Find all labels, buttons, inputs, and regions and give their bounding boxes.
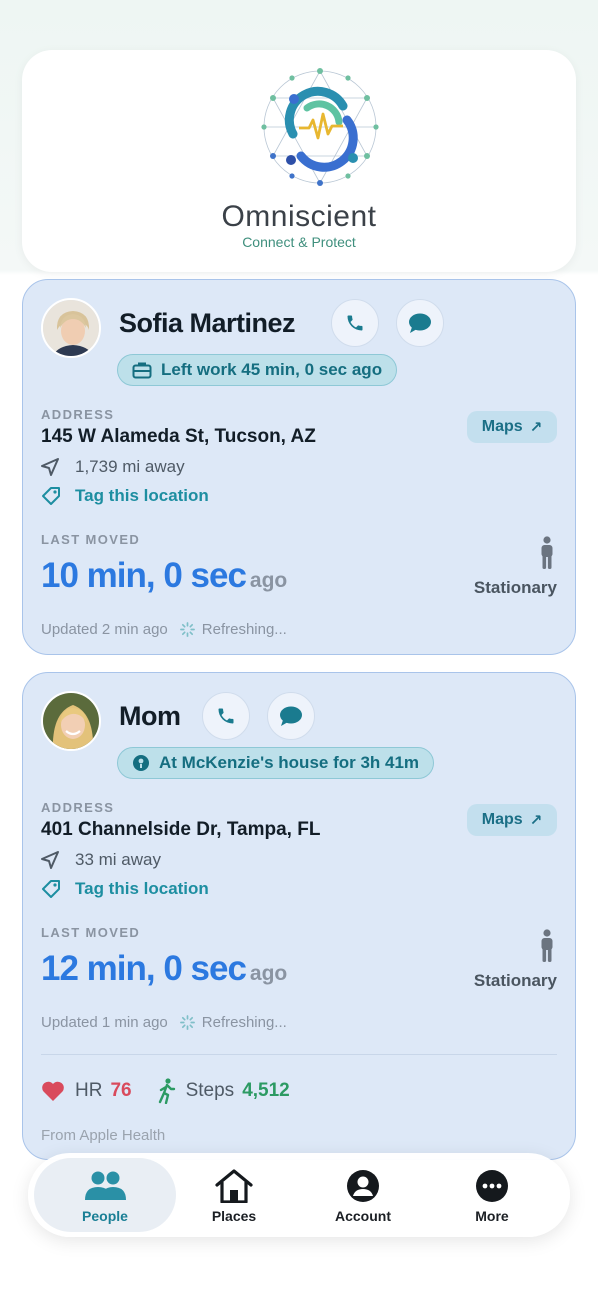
location-pin-icon [132,754,150,772]
brand-tagline: Connect & Protect [242,234,356,250]
hr-value: 76 [110,1080,132,1101]
person-name: Sofia Martinez [119,308,296,338]
app-header: Omniscient Connect & Protect [22,50,576,272]
tag-icon [41,879,63,899]
avatar [41,691,101,751]
chat-bubble-icon [280,706,302,726]
tag-location-label: Tag this location [75,486,209,505]
bottom-nav: People Places Account More [28,1153,570,1237]
people-icon [83,1168,127,1204]
chat-bubble-icon [409,313,431,333]
more-icon [475,1168,509,1204]
status-text: Left work 45 min, 0 sec ago [161,360,383,379]
standing-person-icon [541,929,553,962]
person-name: Mom [119,701,181,731]
heart-icon [41,1080,65,1102]
person-card-mom[interactable]: Mom At McKenzie's house for 3h 41m ADDRE… [22,672,576,1160]
nav-more[interactable]: More [421,1158,563,1232]
address-text: 145 W Alameda St, Tucson, AZ [41,426,316,447]
tag-icon [41,486,63,506]
last-moved-value: 12 min, 0 sec ago [41,949,287,989]
omniscient-logo-icon [261,68,379,186]
spinner-icon [179,622,195,637]
brand-name: Omniscient [221,200,377,233]
distance-text: 33 mi away [75,850,161,869]
last-moved-label: LAST MOVED [41,925,141,940]
updated-row: Updated 2 min ago Refreshing... [41,621,287,638]
divider [41,1054,557,1055]
distance-row: 1,739 mi away [41,457,185,477]
arrow-up-right-icon: ↗ [529,419,543,436]
spinner-icon [179,1015,195,1030]
call-button[interactable] [202,692,250,740]
account-icon [346,1168,380,1204]
refreshing-text: Refreshing... [201,621,287,638]
briefcase-icon [132,361,152,379]
nav-account[interactable]: Account [292,1158,434,1232]
maps-button[interactable]: Maps ↗ [467,804,557,836]
refreshing-text: Refreshing... [201,1014,287,1031]
maps-label: Maps [481,811,523,828]
last-moved-duration: 12 min, 0 sec [41,949,247,988]
last-moved-value: 10 min, 0 sec ago [41,556,287,596]
maps-label: Maps [481,418,523,435]
tag-location-link[interactable]: Tag this location [41,879,209,899]
arrow-up-right-icon: ↗ [529,812,543,829]
motion-state: Stationary [473,578,557,597]
steps-value: 4,512 [242,1080,290,1101]
phone-icon [218,708,234,724]
health-row: HR 76 Steps 4,512 [41,1078,290,1104]
address-label: ADDRESS [41,800,115,815]
updated-text: Updated 2 min ago [41,621,168,638]
status-badge: Left work 45 min, 0 sec ago [117,354,398,386]
last-moved-suffix: ago [249,569,288,592]
tag-location-link[interactable]: Tag this location [41,486,209,506]
house-icon [214,1168,254,1204]
call-button[interactable] [331,299,379,347]
health-source: From Apple Health [41,1127,166,1144]
status-badge: At McKenzie's house for 3h 41m [117,747,435,779]
last-moved-label: LAST MOVED [41,532,141,547]
navigation-arrow-icon [41,851,63,869]
updated-row: Updated 1 min ago Refreshing... [41,1014,287,1031]
status-text: At McKenzie's house for 3h 41m [159,753,420,772]
message-button[interactable] [267,692,315,740]
distance-row: 33 mi away [41,850,161,870]
nav-label: Account [335,1208,391,1224]
walking-icon [158,1078,176,1104]
last-moved-duration: 10 min, 0 sec [41,556,247,595]
phone-icon [347,315,363,331]
standing-person-icon [541,536,553,569]
nav-label: People [82,1208,128,1224]
tag-location-label: Tag this location [75,879,209,898]
nav-people[interactable]: People [34,1158,176,1232]
maps-button[interactable]: Maps ↗ [467,411,557,443]
steps-label: Steps [185,1080,235,1101]
updated-text: Updated 1 min ago [41,1014,168,1031]
last-moved-suffix: ago [249,962,288,985]
nav-places[interactable]: Places [163,1158,305,1232]
nav-label: More [475,1208,509,1224]
hr-label: HR [75,1080,103,1101]
distance-text: 1,739 mi away [75,457,185,476]
person-card-sofia-martinez[interactable]: Sofia Martinez Left work 45 min, 0 sec a… [22,279,576,655]
nav-label: Places [211,1208,257,1224]
address-label: ADDRESS [41,407,115,422]
address-text: 401 Channelside Dr, Tampa, FL [41,819,321,840]
motion-state: Stationary [473,971,557,990]
message-button[interactable] [396,299,444,347]
avatar [41,298,101,358]
navigation-arrow-icon [41,458,63,476]
